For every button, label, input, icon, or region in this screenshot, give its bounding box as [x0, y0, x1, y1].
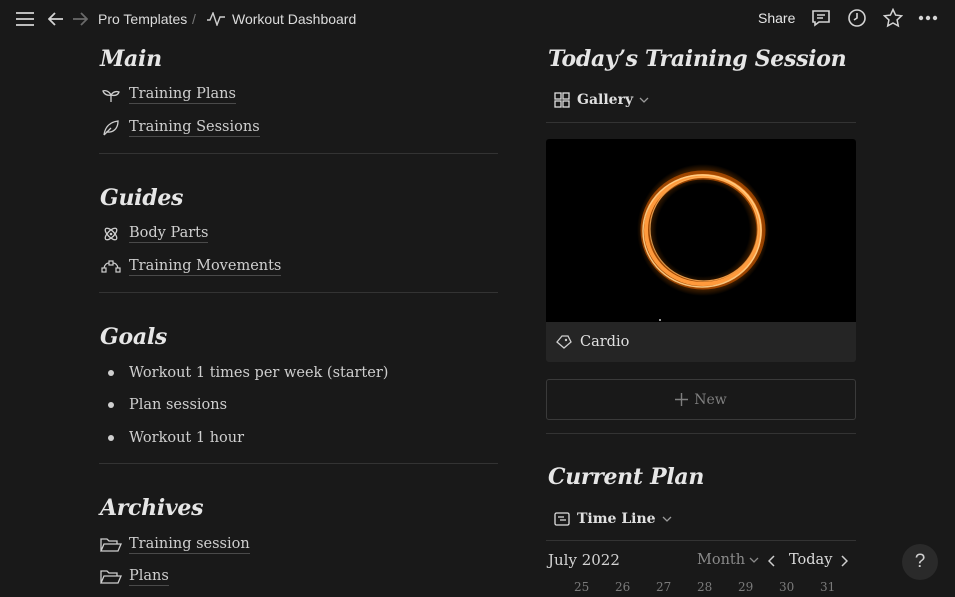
bullet-icon	[108, 402, 114, 408]
link-training-sessions[interactable]: Training Sessions	[100, 119, 260, 137]
divider	[99, 292, 498, 293]
timeline-day: 31	[820, 580, 836, 594]
goal-text[interactable]: Plan sessions	[129, 397, 227, 413]
view-tab-label: Time Line	[577, 511, 656, 527]
section-title-current-plan: Current Plan	[548, 464, 705, 490]
timeline-day: 29	[738, 580, 754, 594]
divider	[546, 433, 856, 434]
help-button[interactable]: ?	[902, 544, 938, 580]
gallery-grid-icon	[554, 92, 570, 108]
chevron-down-icon	[749, 557, 759, 563]
bullet-icon	[108, 435, 114, 441]
bezier-curve-icon	[100, 258, 122, 276]
list-item: Workout 1 hour	[108, 430, 244, 446]
goal-text[interactable]: Workout 1 times per week (starter)	[129, 365, 388, 381]
link-label: Plans	[129, 568, 169, 586]
history-clock-icon[interactable]	[846, 8, 868, 28]
link-training-movements[interactable]: Training Movements	[100, 258, 282, 276]
link-label: Training Movements	[129, 258, 282, 276]
card-title: Cardio	[580, 334, 630, 350]
back-arrow-icon[interactable]	[46, 10, 66, 28]
sprout-icon	[100, 86, 122, 104]
add-new-label: New	[694, 391, 727, 408]
section-title-todays-session: Today’s Training Session	[548, 46, 847, 72]
bullet-icon	[108, 370, 114, 376]
card-cover-image	[546, 139, 856, 322]
share-button[interactable]: Share	[758, 10, 795, 26]
divider	[99, 463, 498, 464]
section-title-goals: Goals	[100, 324, 167, 350]
scale-label: Month	[697, 552, 746, 568]
chevron-down-icon	[662, 516, 672, 522]
more-options-icon[interactable]	[916, 8, 940, 28]
folder-open-icon	[100, 568, 122, 586]
list-item: Plan sessions	[108, 397, 227, 413]
timeline-day: 27	[656, 580, 672, 594]
forward-arrow-icon[interactable]	[70, 10, 90, 28]
link-label: Training Plans	[129, 86, 236, 104]
divider	[546, 122, 856, 123]
chevron-down-icon	[639, 97, 649, 103]
link-body-parts[interactable]: Body Parts	[100, 225, 209, 243]
gallery-card-cardio[interactable]: Cardio	[546, 139, 856, 362]
leaf-icon	[100, 119, 122, 137]
timeline-day: 25	[574, 580, 590, 594]
breadcrumb-parent[interactable]: Pro Templates	[98, 11, 187, 27]
view-tab-gallery[interactable]: Gallery	[554, 92, 649, 108]
chevron-left-icon[interactable]	[768, 555, 776, 567]
section-title-guides: Guides	[100, 185, 184, 211]
timeline-day: 28	[697, 580, 713, 594]
add-new-button[interactable]: New	[546, 379, 856, 420]
folder-open-icon	[100, 536, 122, 554]
goal-text[interactable]: Workout 1 hour	[129, 430, 244, 446]
section-title-main: Main	[100, 46, 162, 72]
breadcrumb-current[interactable]: Workout Dashboard	[232, 11, 356, 27]
timeline-month-label: July 2022	[548, 551, 620, 569]
timeline-day: 26	[615, 580, 631, 594]
star-icon[interactable]	[882, 8, 904, 28]
link-label: Training Sessions	[129, 119, 260, 137]
timeline-icon	[554, 512, 570, 526]
timeline-day: 30	[779, 580, 795, 594]
list-item: Workout 1 times per week (starter)	[108, 365, 388, 381]
link-training-plans[interactable]: Training Plans	[100, 86, 236, 104]
today-button[interactable]: Today	[789, 552, 832, 568]
tag-icon	[556, 335, 572, 349]
link-training-session-archive[interactable]: Training session	[100, 536, 250, 554]
link-label: Body Parts	[129, 225, 209, 243]
divider	[99, 153, 498, 154]
breadcrumb-separator: /	[192, 11, 196, 27]
divider	[546, 540, 856, 541]
help-label: ?	[914, 551, 926, 572]
menu-icon[interactable]	[15, 10, 35, 28]
top-bar: Pro Templates / Workout Dashboard Share	[0, 0, 955, 38]
section-title-archives: Archives	[100, 495, 204, 521]
comment-icon[interactable]	[810, 8, 832, 28]
timeline-scale-select[interactable]: Month	[697, 552, 759, 568]
view-tab-label: Gallery	[577, 92, 634, 108]
link-label: Training session	[129, 536, 250, 554]
link-plans-archive[interactable]: Plans	[100, 568, 169, 586]
activity-icon	[206, 10, 226, 28]
plus-icon	[675, 393, 689, 406]
atom-icon	[100, 225, 122, 243]
chevron-right-icon[interactable]	[840, 555, 848, 567]
view-tab-timeline[interactable]: Time Line	[554, 511, 672, 527]
card-title-row: Cardio	[546, 322, 856, 362]
